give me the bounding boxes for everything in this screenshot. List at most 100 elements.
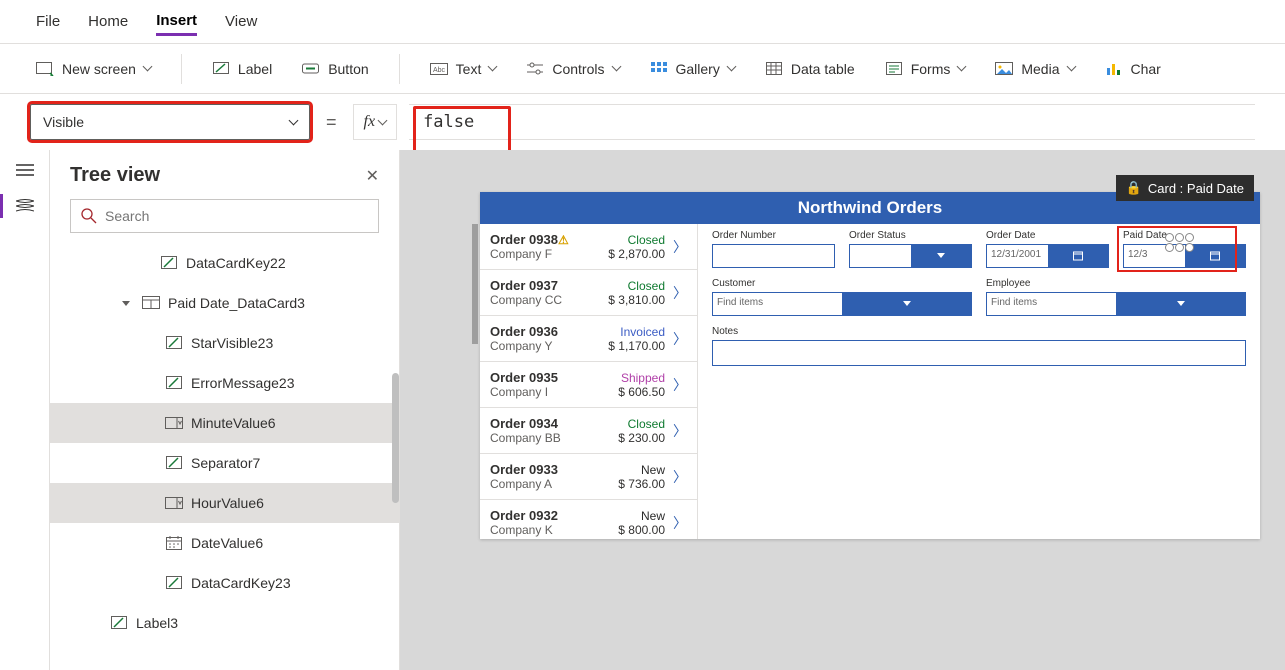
tree-node[interactable]: HourValue6 [50, 483, 399, 523]
field-label: Notes [712, 326, 1246, 337]
tree-list[interactable]: DataCardKey22 Paid Date_DataCard3StarVisi… [50, 243, 399, 670]
order-item[interactable]: Order 0935Company IShipped$ 606.50〉 [480, 362, 697, 408]
dropdown-icon [165, 495, 183, 511]
chevron-right-icon: 〉 [665, 283, 687, 303]
formula-input[interactable]: false [409, 104, 1255, 140]
order-status-dropdown[interactable] [849, 244, 972, 268]
menu-home[interactable]: Home [88, 9, 128, 34]
tree-view-rail-icon[interactable] [14, 198, 36, 214]
edit-icon [160, 255, 178, 271]
edit-icon [165, 335, 183, 351]
ribbon: New screen Label Button Abc Text Control… [0, 44, 1285, 94]
employee-dropdown[interactable]: Find items [986, 292, 1246, 316]
chevron-down-icon [611, 62, 621, 72]
order-status: Invoiced [595, 325, 665, 339]
order-id: Order 0936 [490, 324, 595, 339]
tree-node[interactable]: Separator7 [50, 443, 399, 483]
canvas[interactable]: 🔒 Card : Paid Date Northwind Orders Orde… [400, 150, 1285, 670]
tree-node[interactable]: DataCardKey22 [50, 243, 399, 283]
fx-button[interactable]: fx [353, 104, 398, 140]
order-company: Company K [490, 523, 595, 537]
button-icon [302, 61, 320, 77]
gallery-button[interactable]: Gallery [650, 61, 735, 77]
order-status: Closed [595, 417, 665, 431]
media-button[interactable]: Media [995, 61, 1074, 77]
forms-button[interactable]: Forms [885, 61, 966, 77]
table-icon [765, 61, 783, 77]
new-screen-button[interactable]: New screen [36, 61, 151, 77]
tree-node[interactable]: DataCardKey23 [50, 563, 399, 603]
search-icon [81, 208, 97, 224]
controls-icon [526, 61, 544, 77]
tree-node[interactable]: ErrorMessage23 [50, 363, 399, 403]
search-input[interactable] [70, 199, 379, 233]
date-value: 12/3 [1124, 245, 1185, 267]
tree-node-label: ErrorMessage23 [191, 375, 295, 391]
order-item[interactable]: Order 0933Company ANew$ 736.00〉 [480, 454, 697, 500]
order-price: $ 1,170.00 [595, 339, 665, 353]
datatable-button[interactable]: Data table [765, 61, 855, 77]
scrollbar-thumb[interactable] [472, 224, 478, 344]
property-dropdown[interactable]: Visible [30, 104, 310, 140]
order-company: Company A [490, 477, 595, 491]
tree-title: Tree view [70, 164, 160, 187]
order-status: Closed [595, 279, 665, 293]
button-button[interactable]: Button [302, 61, 368, 77]
menu-file[interactable]: File [36, 9, 60, 34]
paid-date-picker[interactable]: 12/3 [1123, 244, 1246, 268]
search-field[interactable] [105, 208, 368, 224]
order-gallery[interactable]: Order 0938⚠Company FClosed$ 2,870.00〉Ord… [480, 224, 698, 539]
menu-insert[interactable]: Insert [156, 8, 197, 36]
forms-icon [885, 61, 903, 77]
fx-label: fx [364, 113, 376, 131]
order-company: Company BB [490, 431, 595, 445]
tree-node[interactable]: DateValue6 [50, 523, 399, 563]
left-rail [0, 150, 50, 670]
order-item[interactable]: Order 0932Company KNew$ 800.00〉 [480, 500, 697, 539]
order-item[interactable]: Order 0937Company CCClosed$ 3,810.00〉 [480, 270, 697, 316]
customer-dropdown[interactable]: Find items [712, 292, 972, 316]
app-preview: 🔒 Card : Paid Date Northwind Orders Orde… [480, 192, 1260, 539]
order-number-input[interactable] [712, 244, 835, 268]
tree-node-label: DataCardKey22 [186, 255, 286, 271]
hamburger-icon[interactable] [14, 162, 36, 178]
controls-button[interactable]: Controls [526, 61, 619, 77]
field-label: Order Status [849, 230, 972, 241]
tree-node[interactable]: StarVisible23 [50, 323, 399, 363]
order-item[interactable]: Order 0934Company BBClosed$ 230.00〉 [480, 408, 697, 454]
new-screen-label: New screen [62, 61, 136, 77]
chevron-down-icon [1066, 62, 1076, 72]
menu-bar: File Home Insert View [0, 0, 1285, 44]
order-status-field: Order Status [849, 230, 972, 268]
chevron-down-icon [142, 62, 152, 72]
equals-sign: = [322, 112, 341, 133]
edit-icon [165, 575, 183, 591]
chevron-right-icon: 〉 [665, 237, 687, 257]
tree-node-label: DataCardKey23 [191, 575, 291, 591]
media-icon [995, 61, 1013, 77]
close-icon[interactable]: ✕ [366, 166, 379, 186]
scrollbar-thumb[interactable] [392, 373, 399, 503]
order-item[interactable]: Order 0938⚠Company FClosed$ 2,870.00〉 [480, 224, 697, 270]
order-status: New [595, 463, 665, 477]
chevron-down-icon [911, 245, 972, 267]
menu-view[interactable]: View [225, 9, 257, 34]
tree-node[interactable]: MinuteValue6 [50, 403, 399, 443]
order-date-picker[interactable]: 12/31/2001 [986, 244, 1109, 268]
tree-node-label: Label3 [136, 615, 178, 631]
employee-field: Employee Find items [986, 278, 1246, 316]
order-price: $ 3,810.00 [595, 293, 665, 307]
chart-button[interactable]: Char [1105, 61, 1161, 77]
notes-input[interactable] [712, 340, 1246, 366]
text-button[interactable]: Abc Text [430, 61, 497, 77]
lock-icon: 🔒 [1126, 180, 1142, 196]
label-button[interactable]: Label [212, 61, 272, 77]
media-btn-text: Media [1021, 61, 1059, 77]
order-price: $ 736.00 [595, 477, 665, 491]
tree-node[interactable]: Label3 [50, 603, 399, 643]
edit-icon [110, 615, 128, 631]
order-status: New [595, 509, 665, 523]
formula-value: false [423, 112, 474, 132]
order-item[interactable]: Order 0936Company YInvoiced$ 1,170.00〉 [480, 316, 697, 362]
tree-node[interactable]: Paid Date_DataCard3 [50, 283, 399, 323]
